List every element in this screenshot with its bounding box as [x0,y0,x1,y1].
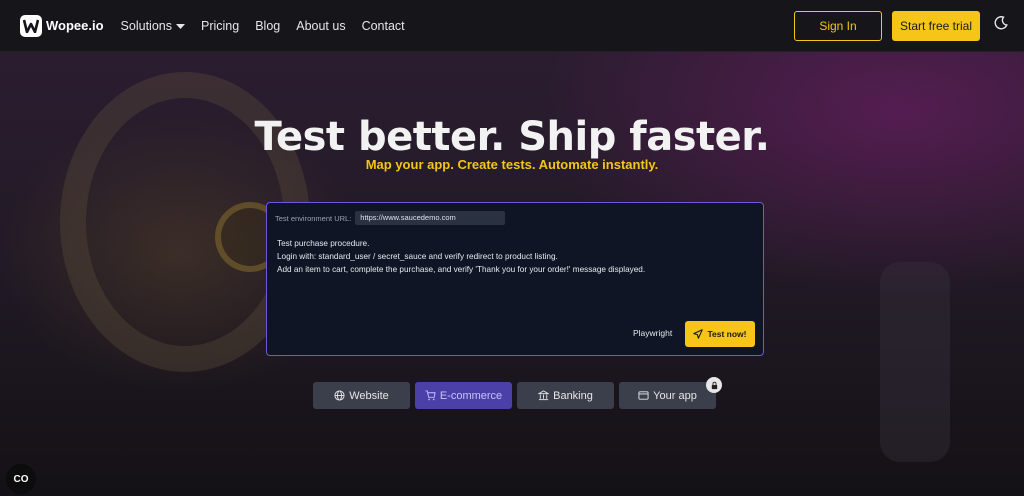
lock-icon [706,377,722,393]
nav-pricing[interactable]: Pricing [201,19,239,33]
chip-your-app-label: Your app [653,389,697,402]
test-now-label: Test now! [707,329,747,339]
hero-title: Test better. Ship faster. [254,114,770,160]
nav-blog[interactable]: Blog [255,19,280,33]
nav-pricing-label: Pricing [200,18,240,33]
nav-about-us-label: About us [296,18,346,33]
cookie-consent-badge[interactable]: CO [6,464,36,494]
cart-icon [425,390,436,401]
test-prompt-textarea[interactable]: Test purchase procedure. Login with: sta… [277,237,747,276]
chip-website[interactable]: Website [313,382,410,409]
nav-solutions[interactable]: Solutions [121,19,185,33]
main-nav: Solutions Pricing Blog About us Contact [121,19,421,33]
theme-toggle-button[interactable] [986,11,1016,41]
url-label: Test environment URL: [275,213,352,223]
globe-icon [334,390,345,401]
nav-solutions-label: Solutions [120,18,172,33]
start-free-trial-button[interactable]: Start free trial [892,10,980,41]
chip-website-label: Website [349,389,389,402]
nav-contact-label: Contact [361,18,405,33]
chip-your-app[interactable]: Your app [619,382,716,409]
bank-icon [538,390,550,401]
moon-icon [994,16,1008,35]
sign-in-button[interactable]: Sign In [794,10,882,41]
chip-banking[interactable]: Banking [517,382,614,409]
test-url-input[interactable] [355,211,506,225]
wopee-logo-icon [20,14,42,37]
top-navbar: Wopee.io Solutions Pricing Blog About us… [0,0,1024,52]
category-chips: Website E-commerce Banking Your app [313,382,721,409]
test-now-button[interactable]: Test now! [685,321,755,347]
send-icon [693,329,704,339]
hero-section: Test better. Ship faster. Map your app. … [0,52,1024,496]
logo-text: Wopee.io [46,18,104,33]
chevron-down-icon [175,19,185,33]
nav-blog-label: Blog [255,18,281,33]
url-row: Test environment URL: [275,211,506,225]
nav-contact[interactable]: Contact [362,19,405,33]
logo[interactable]: Wopee.io [20,14,104,37]
nav-about-us[interactable]: About us [296,19,345,33]
chip-e-commerce[interactable]: E-commerce [415,382,512,409]
chip-e-commerce-label: E-commerce [439,389,503,402]
test-prompt-card: Test environment URL: Test purchase proc… [266,202,764,356]
prompt-line: Test purchase procedure. [277,239,370,248]
hero-subtitle: Map your app. Create tests. Automate ins… [365,157,659,172]
prompt-line: Login with: standard_user / secret_sauce… [277,252,558,261]
framework-label[interactable]: Playwright [633,328,672,338]
prompt-line: Add an item to cart, complete the purcha… [277,265,646,274]
background-device-image [880,262,950,462]
header-actions: Sign In Start free trial [794,10,1016,41]
chip-banking-label: Banking [553,389,593,402]
window-icon [638,391,649,400]
